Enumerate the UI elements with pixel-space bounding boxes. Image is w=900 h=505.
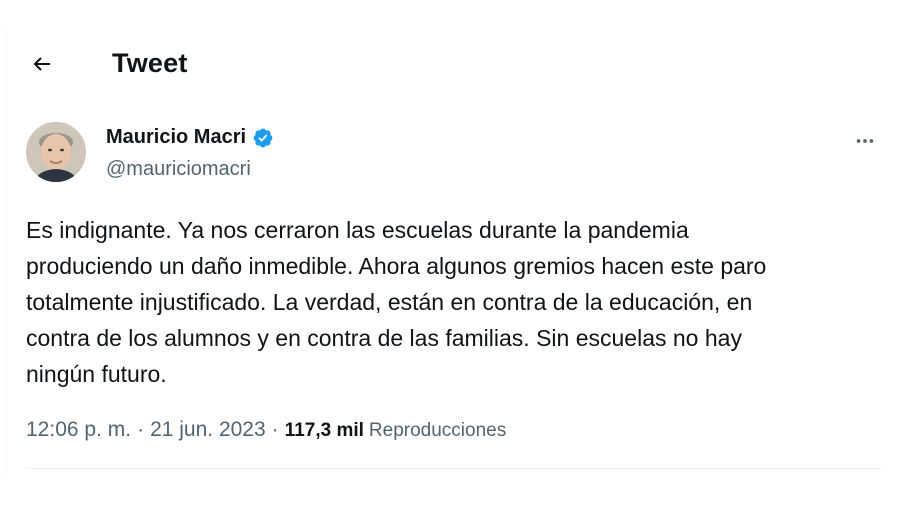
tweet-text: Es indignante. Ya nos cerraron las escue… [26, 212, 876, 392]
author-handle[interactable]: @mauriciomacri [106, 158, 251, 181]
avatar[interactable] [26, 122, 86, 182]
tweet-time[interactable]: 12:06 p. m. [26, 418, 131, 442]
tweet-metadata: 12:06 p. m. · 21 jun. 2023 · 117,3 mil R… [26, 418, 506, 442]
tweet-page: Tweet Mauricio Macri @mauriciomacri Es i… [0, 0, 900, 505]
more-options-button[interactable] [850, 126, 880, 156]
page-title: Tweet [112, 48, 188, 78]
tweet-author: Mauricio Macri @mauriciomacri [26, 122, 886, 186]
back-button[interactable] [24, 46, 60, 82]
separator-dot: · [137, 418, 145, 441]
author-name-row: Mauricio Macri [106, 126, 274, 149]
tweet-text-line: produciendo un daño inmedible. Ahora alg… [26, 253, 767, 279]
tweet-text-line: ningún futuro. [26, 361, 167, 387]
column-border [6, 30, 7, 475]
tweet-text-line: totalmente injustificado. La verdad, est… [26, 289, 753, 315]
more-horizontal-icon [856, 139, 874, 143]
views-count: 117,3 mil [284, 420, 364, 441]
avatar-image [26, 122, 86, 182]
separator-dot: · [271, 418, 279, 441]
tweet-date[interactable]: 21 jun. 2023 [150, 418, 266, 442]
views-label: Reproducciones [368, 420, 507, 441]
divider [26, 468, 882, 469]
arrow-left-icon [33, 57, 50, 71]
page-header: Tweet [0, 40, 900, 92]
author-name[interactable]: Mauricio Macri [106, 126, 246, 149]
tweet-text-line: Es indignante. Ya nos cerraron las escue… [26, 217, 689, 243]
verified-badge-icon [253, 128, 273, 147]
tweet-text-line: contra de los alumnos y en contra de las… [26, 325, 742, 351]
